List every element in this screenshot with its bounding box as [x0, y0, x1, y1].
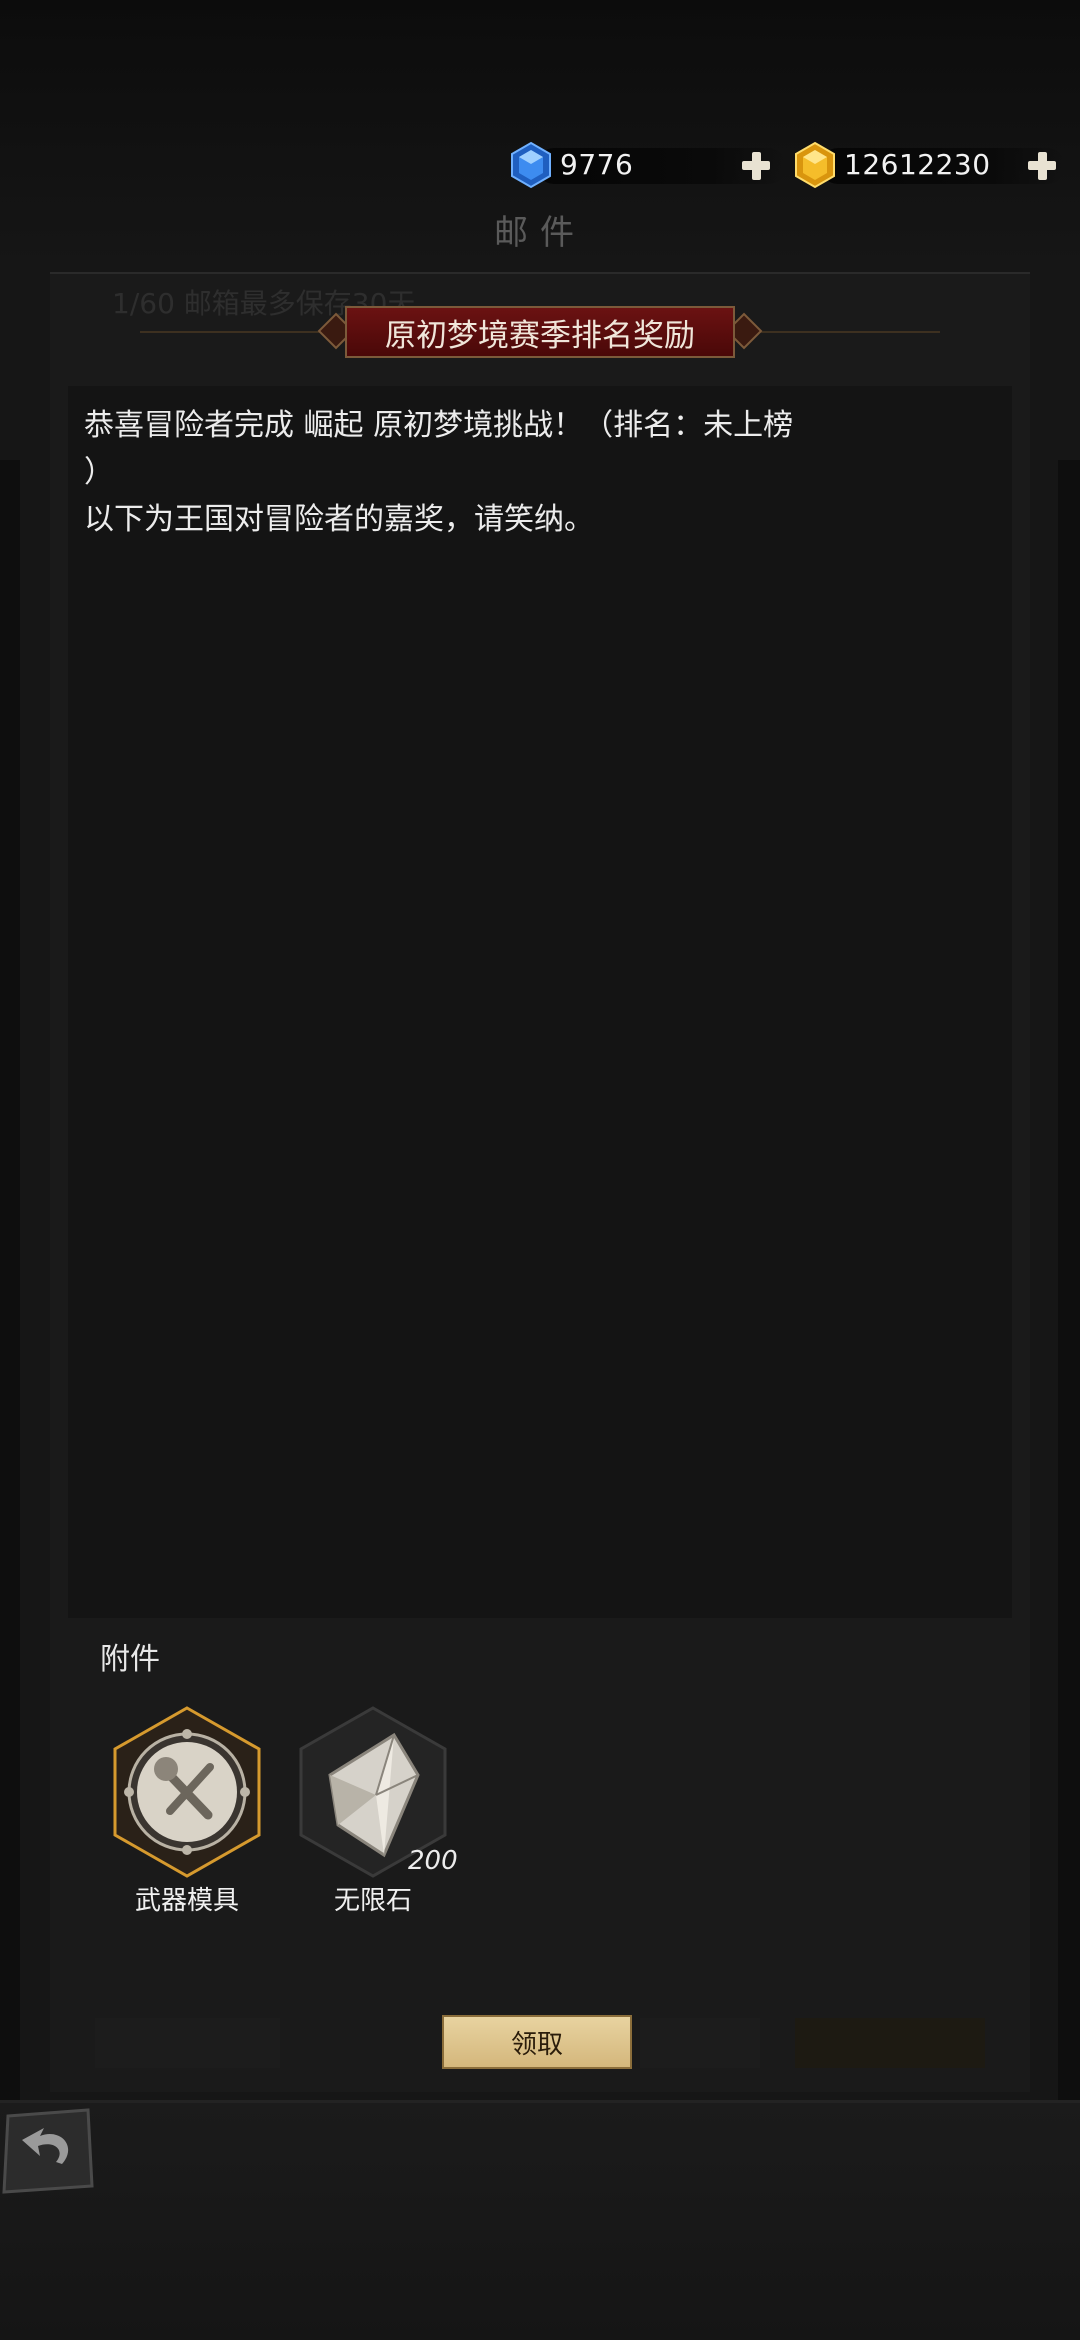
left-edge: [0, 460, 20, 2100]
background-button: [795, 2018, 985, 2068]
blue-gem-icon: [511, 141, 551, 189]
gold-gem-counter: 12612230: [790, 140, 1080, 192]
message-line: ）: [84, 455, 114, 490]
message-line: 以下为王国对冒险者的嘉奖，请笑纳。: [84, 502, 594, 537]
attachment-count: 200: [408, 1846, 458, 1876]
message-body: 恭喜冒险者完成 崛起 原初梦境挑战！（排名：未上榜 ） 以下为王国对冒险者的嘉奖…: [84, 402, 1004, 543]
blue-gem-counter: 9776: [506, 140, 786, 192]
gold-gem-value: 12612230: [844, 148, 991, 181]
background-button: [640, 2018, 760, 2068]
attachment-item[interactable]: [112, 1705, 262, 1885]
attachments-label: 附件: [100, 1642, 160, 1677]
gold-gem-icon: [795, 141, 835, 189]
page-title: 邮件: [494, 213, 586, 253]
message-panel: [68, 386, 1012, 1618]
add-gold-gem-button[interactable]: [1026, 150, 1058, 182]
add-blue-gem-button[interactable]: [740, 150, 772, 182]
blue-gem-value: 9776: [560, 148, 634, 181]
banner-line-right: [750, 331, 940, 333]
weapon-mold-icon: [113, 1706, 261, 1878]
background-button: [95, 2018, 280, 2068]
attachment-name: 武器模具: [134, 1886, 239, 1916]
dialog-title: 原初梦境赛季排名奖励: [345, 306, 735, 358]
claim-button[interactable]: 领取: [442, 2015, 632, 2069]
message-line: 恭喜冒险者完成 崛起 原初梦境挑战！（排名：未上榜: [84, 408, 794, 443]
bottom-bar: [0, 2100, 1080, 2340]
right-edge: [1058, 460, 1080, 2100]
banner-line-left: [140, 331, 330, 333]
attachment-name: 无限石: [333, 1886, 412, 1916]
back-button[interactable]: [0, 2106, 96, 2196]
